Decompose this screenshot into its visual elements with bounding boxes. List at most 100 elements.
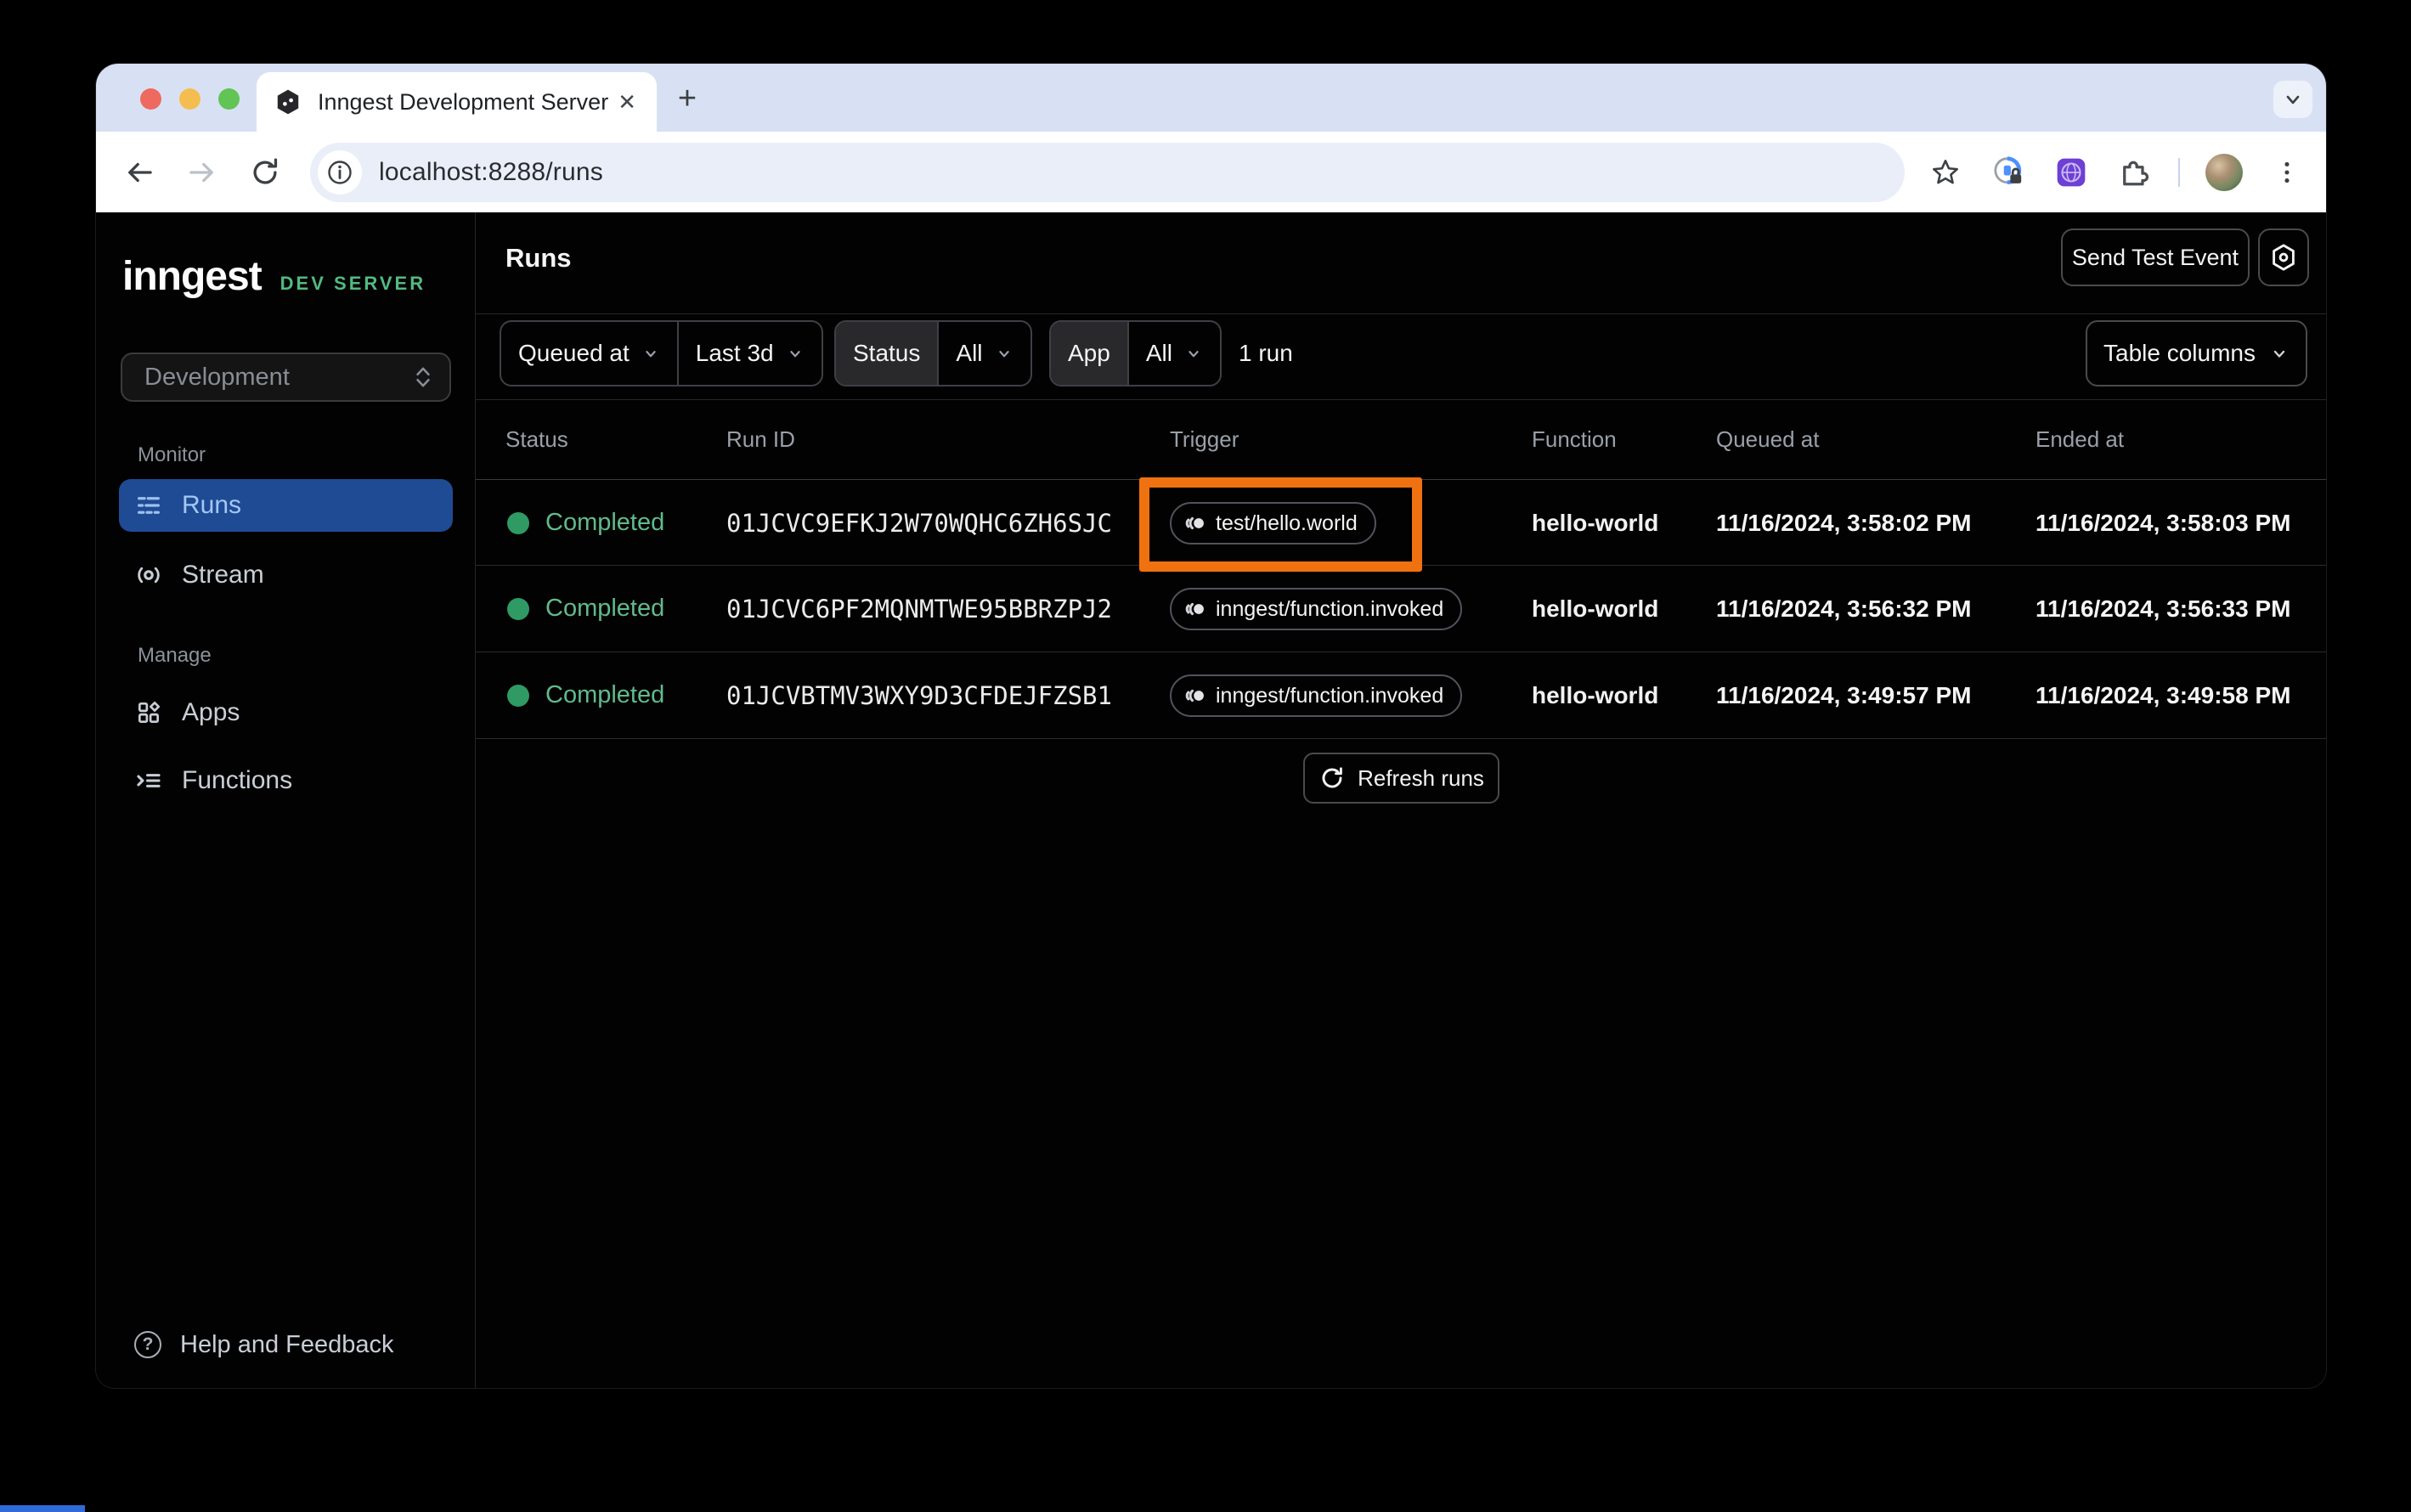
status-filter-group: Status All <box>834 320 1032 386</box>
column-header-run-id: Run ID <box>726 426 795 452</box>
ended-at-value: 11/16/2024, 3:56:33 PM <box>2036 595 2291 622</box>
sidebar-item-stream[interactable]: Stream <box>119 549 453 601</box>
runs-table: Completed 01JCVC9EFKJ2W70WQHC6ZH6SJC tes… <box>476 479 2326 739</box>
run-status: Completed <box>545 681 665 708</box>
time-field-value: Queued at <box>518 340 630 366</box>
sidebar: inngest DEV SERVER Development Monitor R… <box>96 212 476 1388</box>
app-filter-group: App All <box>1049 320 1222 386</box>
forward-button[interactable] <box>184 155 220 190</box>
bookmark-star-button[interactable] <box>1927 154 1964 191</box>
status-filter-label: Status <box>836 322 938 385</box>
event-signal-icon <box>1185 602 1204 616</box>
chevron-down-icon <box>1189 351 1199 358</box>
event-signal-icon <box>1185 689 1204 702</box>
extensions-menu-button[interactable] <box>2115 154 2153 191</box>
chevron-down-icon <box>646 351 656 358</box>
purple-extension-icon <box>2057 158 2086 186</box>
sidebar-item-label: Runs <box>182 491 242 519</box>
header-divider <box>476 313 2326 314</box>
run-id-link[interactable]: 01JCVC9EFKJ2W70WQHC6ZH6SJC <box>726 509 1112 538</box>
sidebar-item-apps[interactable]: Apps <box>119 686 453 739</box>
browser-window: Inngest Development Server ✕ + localhost… <box>96 64 2326 1388</box>
sidebar-item-label: Apps <box>182 698 240 726</box>
event-signal-icon <box>1185 516 1204 530</box>
chevron-down-icon <box>2286 95 2300 104</box>
run-id-link[interactable]: 01JCVBTMV3WXY9D3CFDEJFZSB1 <box>726 681 1112 710</box>
reload-button[interactable] <box>247 155 283 190</box>
desktop-accent <box>0 1505 85 1512</box>
sidebar-item-functions[interactable]: Functions <box>119 754 453 807</box>
run-status: Completed <box>545 595 665 622</box>
new-tab-button[interactable]: + <box>670 82 704 116</box>
settings-button[interactable] <box>2258 228 2309 286</box>
apps-grid-icon <box>134 698 163 727</box>
trigger-name: inngest/function.invoked <box>1216 683 1444 708</box>
forward-arrow-icon <box>189 162 213 182</box>
browser-extension-icon[interactable] <box>2052 154 2090 191</box>
runs-list-icon <box>134 491 163 520</box>
tab-search-chevron-button[interactable] <box>2273 81 2312 118</box>
address-bar[interactable]: localhost:8288/runs <box>310 142 1905 202</box>
chevron-down-icon <box>2273 350 2285 358</box>
browser-tab-bar: Inngest Development Server ✕ + <box>96 64 2326 132</box>
trigger-name: inngest/function.invoked <box>1216 596 1444 621</box>
gear-icon <box>2273 244 2295 271</box>
maximize-window-button[interactable] <box>218 88 240 110</box>
dev-server-badge: DEV SERVER <box>279 273 426 294</box>
profile-avatar[interactable] <box>2205 153 2243 191</box>
table-columns-button[interactable]: Table columns <box>2086 320 2307 386</box>
back-arrow-icon <box>128 162 152 182</box>
browser-tab[interactable]: Inngest Development Server ✕ <box>257 72 657 132</box>
status-filter-value: All <box>956 340 983 366</box>
trigger-badge[interactable]: inngest/function.invoked <box>1170 674 1463 717</box>
puzzle-piece-icon <box>2123 161 2149 185</box>
select-chevrons-icon <box>416 367 430 387</box>
inngest-favicon-icon <box>274 87 302 116</box>
status-completed-dot-icon <box>507 512 529 534</box>
password-manager-extension-icon[interactable] <box>1990 154 2027 191</box>
url-text: localhost:8288/runs <box>379 157 603 186</box>
table-row[interactable]: Completed 01JCVC9EFKJ2W70WQHC6ZH6SJC tes… <box>476 479 2326 566</box>
inngest-logo: inngest DEV SERVER <box>122 253 426 300</box>
filters-divider <box>476 399 2326 400</box>
window-controls <box>140 88 240 110</box>
help-label: Help and Feedback <box>180 1330 394 1358</box>
queued-at-value: 11/16/2024, 3:49:57 PM <box>1716 682 1972 708</box>
environment-value: Development <box>144 363 290 391</box>
trigger-badge[interactable]: inngest/function.invoked <box>1170 588 1463 630</box>
table-columns-label: Table columns <box>2103 340 2256 366</box>
toolbar-right <box>1927 153 2306 191</box>
function-name: hello-world <box>1532 595 1659 622</box>
send-test-event-button[interactable]: Send Test Event <box>2061 228 2250 286</box>
run-id-link[interactable]: 01JCVC6PF2MQNMTWE95BBRZPJ2 <box>726 595 1112 623</box>
sidebar-item-runs[interactable]: Runs <box>119 479 453 532</box>
help-question-icon: ? <box>134 1331 161 1358</box>
desktop: Inngest Development Server ✕ + localhost… <box>0 0 2411 1512</box>
help-and-feedback[interactable]: ? Help and Feedback <box>119 1318 453 1371</box>
inngest-app: inngest DEV SERVER Development Monitor R… <box>96 212 2326 1388</box>
environment-select[interactable]: Development <box>121 353 451 402</box>
refresh-runs-button[interactable]: Refresh runs <box>1303 753 1499 804</box>
app-label-text: App <box>1068 340 1110 366</box>
close-window-button[interactable] <box>140 88 161 110</box>
time-range-select[interactable]: Last 3d <box>676 322 822 385</box>
tab-close-icon[interactable]: ✕ <box>614 89 640 116</box>
ended-at-value: 11/16/2024, 3:58:03 PM <box>2036 510 2291 536</box>
time-field-select[interactable]: Queued at <box>501 322 677 385</box>
column-header-trigger: Trigger <box>1170 426 1239 452</box>
logo-wordmark: inngest <box>122 254 263 299</box>
runs-page: Runs Send Test Event Queued at Last 3d S… <box>476 212 2326 1388</box>
browser-menu-button[interactable] <box>2268 154 2306 191</box>
back-button[interactable] <box>121 155 157 190</box>
minimize-window-button[interactable] <box>179 88 200 110</box>
chevron-down-icon <box>789 351 800 358</box>
app-filter-select[interactable]: All <box>1126 322 1220 385</box>
table-row[interactable]: Completed 01JCVC6PF2MQNMTWE95BBRZPJ2 inn… <box>476 566 2326 652</box>
column-header-status: Status <box>505 426 568 452</box>
trigger-badge[interactable]: test/hello.world <box>1170 502 1376 544</box>
function-name: hello-world <box>1532 510 1659 536</box>
table-row[interactable]: Completed 01JCVBTMV3WXY9D3CFDEJFZSB1 inn… <box>476 652 2326 739</box>
site-info-button[interactable] <box>318 150 362 195</box>
status-filter-select[interactable]: All <box>937 322 1030 385</box>
queued-at-value: 11/16/2024, 3:56:32 PM <box>1716 595 1972 622</box>
